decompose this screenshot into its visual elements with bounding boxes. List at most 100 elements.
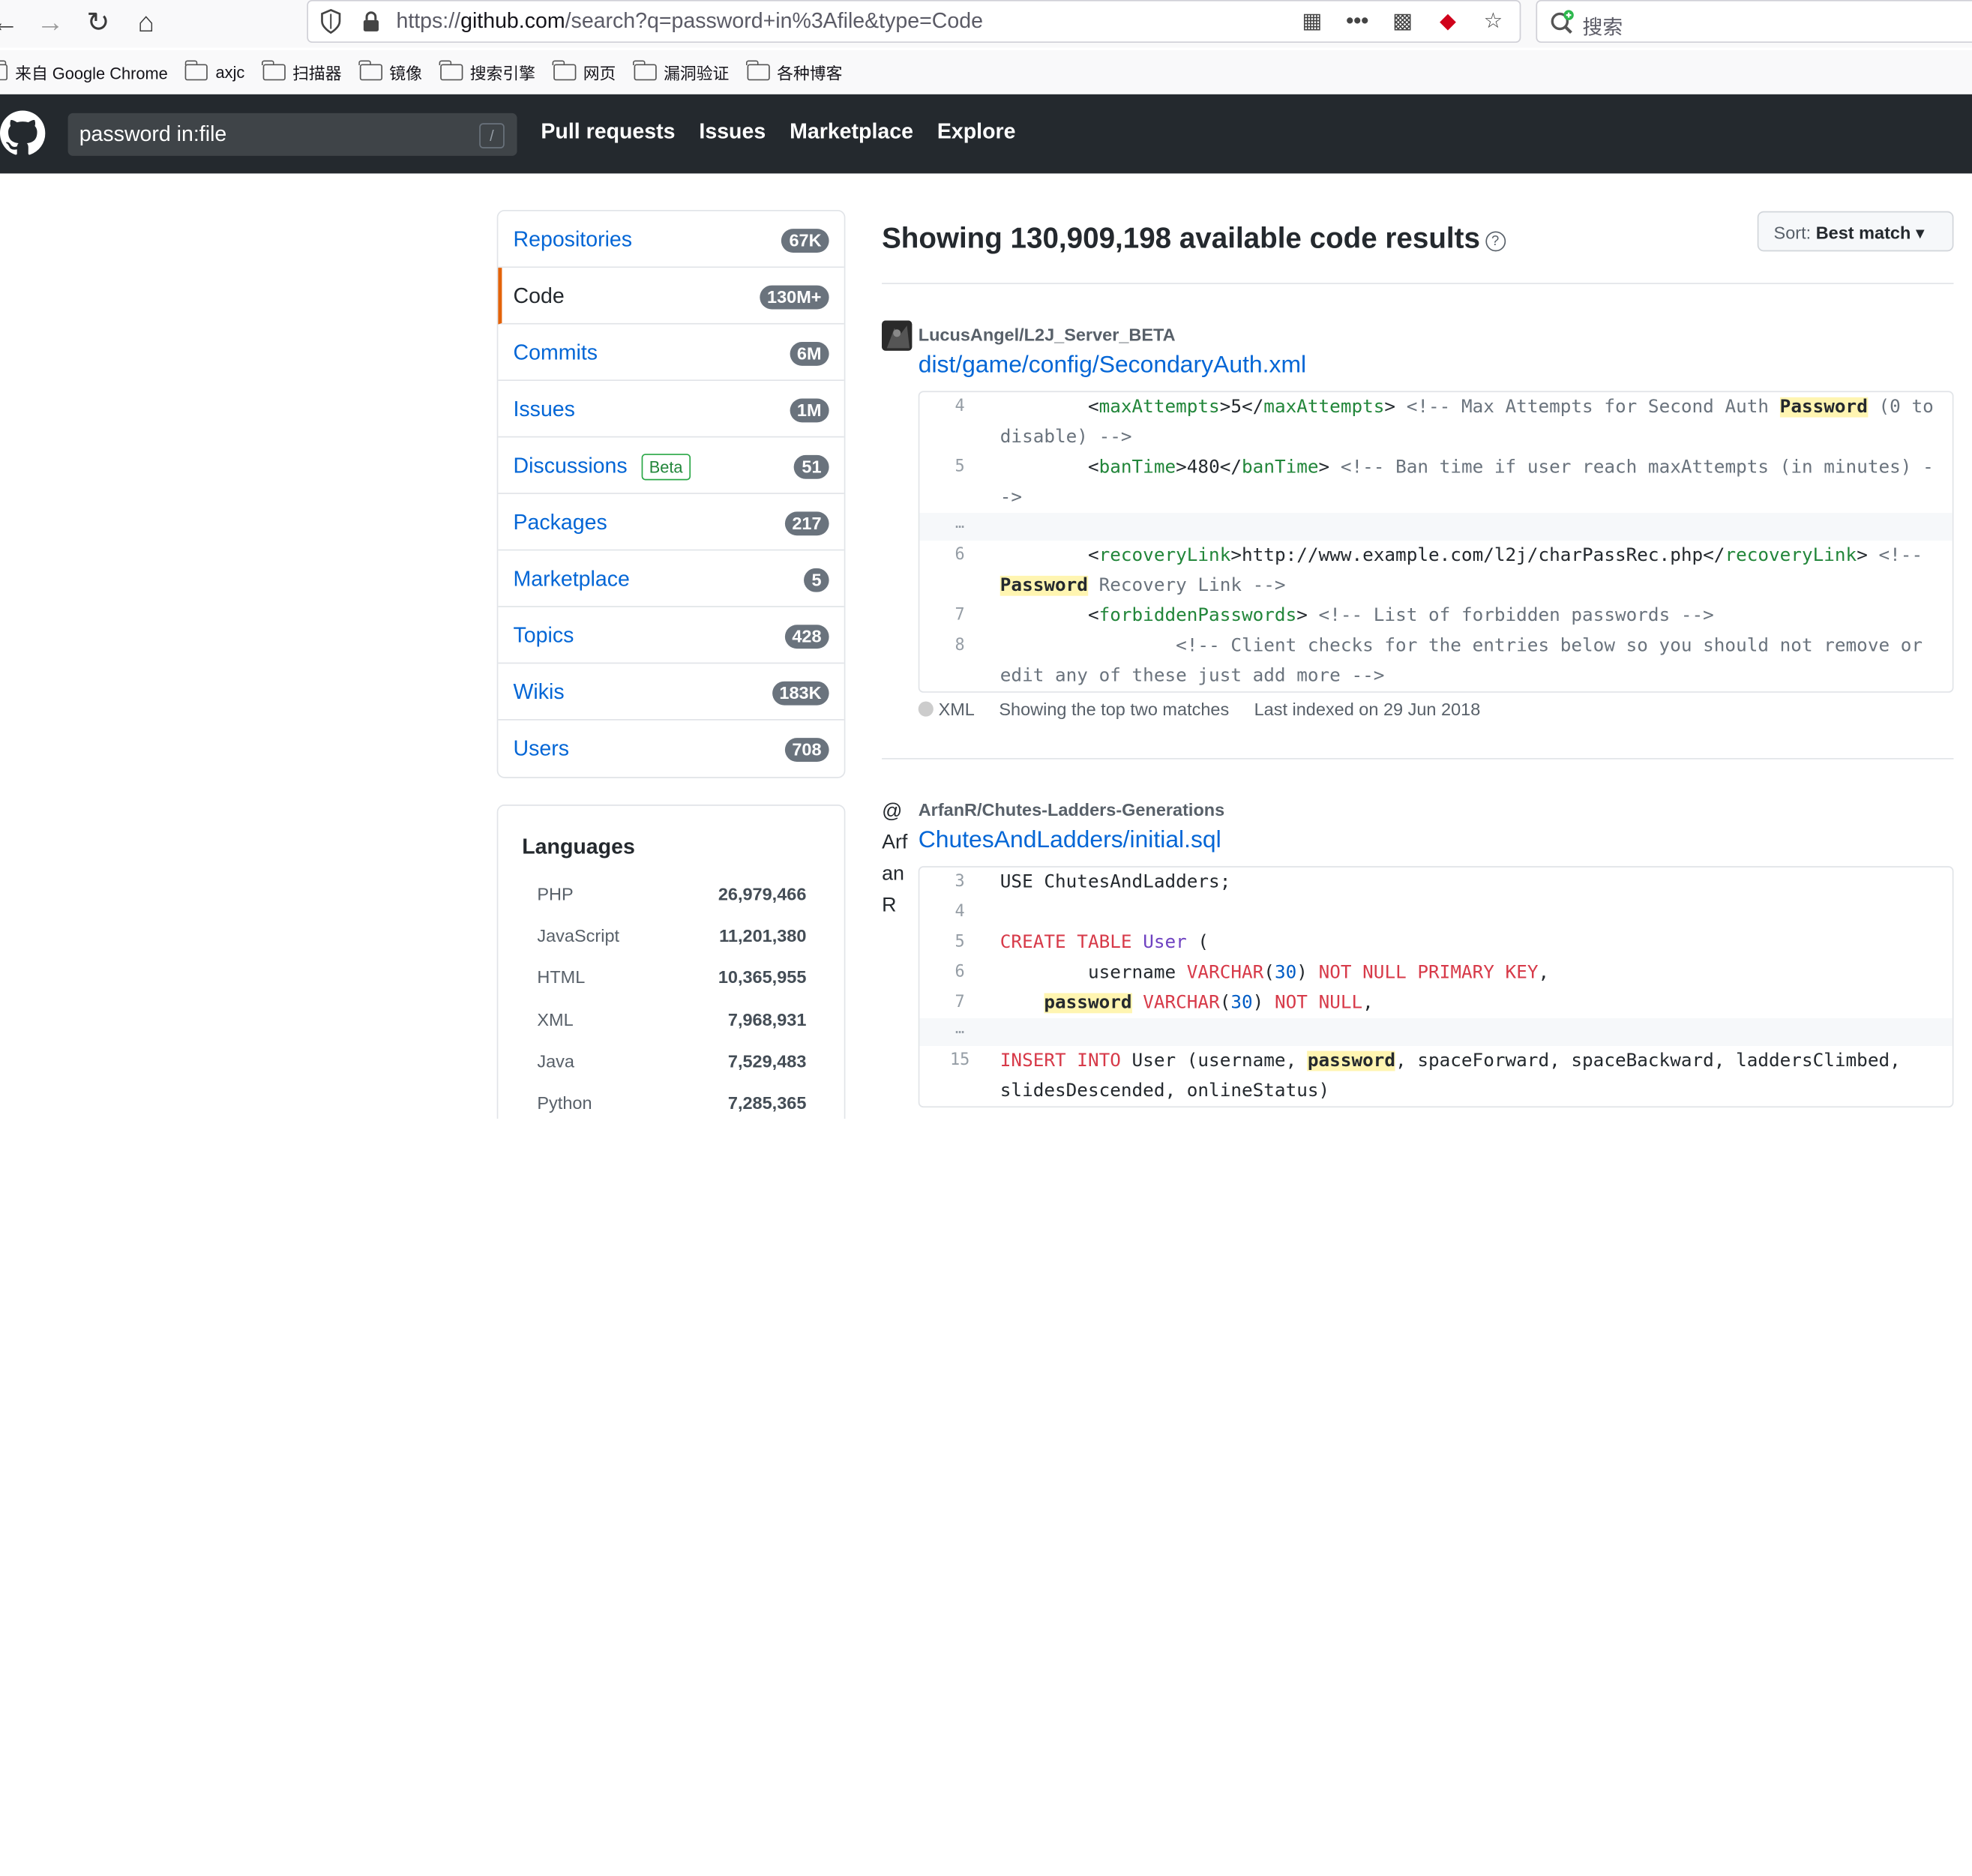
last-indexed: Last indexed on 29 Jun 2018 bbox=[1254, 699, 1481, 720]
repo-name-link[interactable]: ArfanR/Chutes-Ladders-Generations bbox=[919, 799, 1224, 820]
browser-search-box[interactable]: 搜索 bbox=[1536, 0, 1972, 43]
bookmark-search-engines[interactable]: 搜索引擎 bbox=[439, 59, 535, 84]
line-number[interactable]: 7 bbox=[919, 601, 999, 631]
language-row-java[interactable]: Java 7,529,483 bbox=[537, 1051, 806, 1071]
line-number[interactable]: 3 bbox=[919, 868, 999, 898]
menu-item-commits[interactable]: Commits 6M bbox=[498, 325, 844, 382]
bookmark-vuln-verify[interactable]: 漏洞验证 bbox=[633, 59, 729, 84]
browser-toolbar: ← → ↻ ⌂ https://github.com/search?q=pass… bbox=[0, 0, 1972, 48]
menu-item-discussions[interactable]: Discussions Beta 51 bbox=[498, 437, 844, 494]
url-bar[interactable]: https://github.com/search?q=password+in%… bbox=[307, 0, 1521, 43]
line-number[interactable]: 4 bbox=[919, 392, 999, 452]
beta-badge: Beta bbox=[641, 454, 691, 481]
menu-item-topics[interactable]: Topics 428 bbox=[498, 607, 844, 664]
code-snippet: 3 USE ChutesAndLadders; 4 5 CREATE TABLE U… bbox=[918, 866, 1954, 1108]
count-badge: 5 bbox=[804, 568, 829, 592]
line-number[interactable]: 15 bbox=[919, 1046, 999, 1106]
code-line: 3 USE ChutesAndLadders; bbox=[919, 868, 1952, 898]
language-row-xml[interactable]: XML 7,968,931 bbox=[537, 1009, 806, 1029]
file-path-link[interactable]: dist/game/config/SecondaryAuth.xml bbox=[919, 352, 1306, 379]
line-number[interactable]: 7 bbox=[919, 988, 999, 1018]
menu-item-users[interactable]: Users 708 bbox=[498, 721, 844, 777]
folder-icon bbox=[552, 59, 576, 80]
help-icon[interactable]: ? bbox=[1485, 231, 1506, 252]
count-badge: 428 bbox=[784, 625, 829, 649]
bookmark-star-icon[interactable]: ☆ bbox=[1479, 7, 1507, 35]
reload-icon[interactable]: ↻ bbox=[80, 5, 115, 40]
bookmark-google-chrome[interactable]: 来自 Google Chrome bbox=[0, 59, 168, 84]
code-line: 6 <recoveryLink>http://www.example.com/l… bbox=[919, 541, 1952, 601]
code-line: 4 <maxAttempts>5</maxAttempts> <!-- Max … bbox=[919, 392, 1952, 452]
count-badge: 708 bbox=[784, 738, 829, 763]
code-line: 7 <forbiddenPasswords> <!-- List of forb… bbox=[919, 601, 1952, 631]
folder-icon bbox=[184, 59, 208, 80]
avatar-alt-text[interactable]: @ Arf an R bbox=[882, 796, 915, 922]
github-search-input[interactable]: password in:file / bbox=[67, 112, 517, 156]
line-number[interactable]: 6 bbox=[919, 541, 999, 601]
qr-scan-icon[interactable]: ▩ bbox=[1389, 7, 1416, 35]
line-number[interactable]: 6 bbox=[919, 958, 999, 988]
count-badge: 51 bbox=[794, 454, 829, 479]
code-gap: … bbox=[919, 513, 1953, 541]
search-type-menu: Repositories 67K Code 130M+ Commits 6M Issu… bbox=[496, 209, 846, 778]
github-header: password in:file / Pull requests Issues … bbox=[0, 94, 1972, 174]
code-gap: … bbox=[919, 1018, 1953, 1046]
repo-name-link[interactable]: LucusAngel/L2J_Server_BETA bbox=[919, 325, 1176, 345]
menu-item-packages[interactable]: Packages 217 bbox=[498, 494, 844, 551]
code-line: 7 password VARCHAR(30) NOT NULL, bbox=[919, 988, 1952, 1018]
bookmark-scanners[interactable]: 扫描器 bbox=[261, 59, 342, 84]
line-number[interactable]: 5 bbox=[919, 928, 999, 957]
count-badge: 217 bbox=[784, 511, 829, 536]
github-logo-icon[interactable] bbox=[0, 110, 46, 156]
language-label: XML bbox=[938, 699, 975, 720]
nav-marketplace[interactable]: Marketplace bbox=[790, 119, 913, 145]
line-number[interactable]: 8 bbox=[919, 631, 999, 691]
line-number[interactable]: 5 bbox=[919, 453, 999, 513]
results-heading: Showing 130,909,198 available code resul… bbox=[882, 221, 1506, 255]
bookmark-webpages[interactable]: 网页 bbox=[552, 59, 616, 84]
forward-arrow-icon[interactable]: → bbox=[33, 5, 68, 40]
line-number[interactable]: 4 bbox=[919, 898, 999, 928]
language-row-python[interactable]: Python 7,285,365 bbox=[537, 1092, 806, 1113]
language-row-html[interactable]: HTML 10,365,955 bbox=[537, 966, 806, 987]
back-arrow-icon[interactable]: ← bbox=[0, 5, 22, 40]
bookmarks-bar: 来自 Google Chrome axjc 扫描器 镜像 搜索引擎 网页 漏洞验… bbox=[0, 50, 1972, 94]
code-line: 15 INSERT INTO User (username, password, … bbox=[919, 1046, 1952, 1106]
home-icon[interactable]: ⌂ bbox=[128, 5, 163, 40]
nav-explore[interactable]: Explore bbox=[937, 119, 1016, 145]
url-text[interactable]: https://github.com/search?q=password+in%… bbox=[396, 9, 982, 34]
slash-shortcut-hint: / bbox=[479, 123, 505, 148]
bookmark-axjc[interactable]: axjc bbox=[184, 59, 244, 81]
menu-item-issues[interactable]: Issues 1M bbox=[498, 381, 844, 438]
bookmark-mirrors[interactable]: 镜像 bbox=[358, 59, 422, 84]
folder-icon bbox=[746, 59, 770, 80]
code-snippet: 4 <maxAttempts>5</maxAttempts> <!-- Max … bbox=[918, 391, 1954, 693]
menu-item-wikis[interactable]: Wikis 183K bbox=[498, 664, 844, 721]
avatar[interactable] bbox=[882, 320, 913, 351]
qr-code-icon[interactable]: ▦ bbox=[1298, 7, 1326, 35]
more-dots-icon[interactable]: ••• bbox=[1344, 7, 1371, 35]
menu-item-repositories[interactable]: Repositories 67K bbox=[498, 211, 844, 268]
nav-pull-requests[interactable]: Pull requests bbox=[541, 119, 675, 145]
browser-search-placeholder: 搜索 bbox=[1582, 17, 1623, 39]
language-row-javascript[interactable]: JavaScript 11,201,380 bbox=[537, 925, 806, 945]
lock-icon[interactable] bbox=[361, 10, 381, 32]
extension-icon[interactable]: ◆ bbox=[1434, 7, 1462, 35]
code-line: 5 CREATE TABLE User ( bbox=[919, 928, 1952, 957]
sort-dropdown[interactable]: Sort: Best match ▾ bbox=[1757, 211, 1954, 252]
code-line: 8 <!-- Client checks for the entries bel… bbox=[919, 631, 1952, 691]
divider bbox=[882, 757, 1954, 760]
nav-issues[interactable]: Issues bbox=[699, 119, 766, 145]
count-badge: 130M+ bbox=[759, 285, 829, 310]
menu-item-marketplace[interactable]: Marketplace 5 bbox=[498, 550, 844, 607]
folder-icon bbox=[633, 59, 657, 80]
code-line: 5 <banTime>480</banTime> <!-- Ban time i… bbox=[919, 453, 1952, 513]
avatar-image bbox=[882, 320, 913, 351]
shield-icon[interactable] bbox=[319, 8, 342, 34]
file-path-link[interactable]: ChutesAndLadders/initial.sql bbox=[919, 827, 1221, 855]
folder-icon bbox=[358, 59, 382, 80]
language-row-php[interactable]: PHP 26,979,466 bbox=[537, 884, 806, 904]
menu-item-code[interactable]: Code 130M+ bbox=[498, 268, 844, 325]
bookmark-blogs[interactable]: 各种博客 bbox=[746, 59, 842, 84]
folder-icon bbox=[261, 59, 286, 80]
